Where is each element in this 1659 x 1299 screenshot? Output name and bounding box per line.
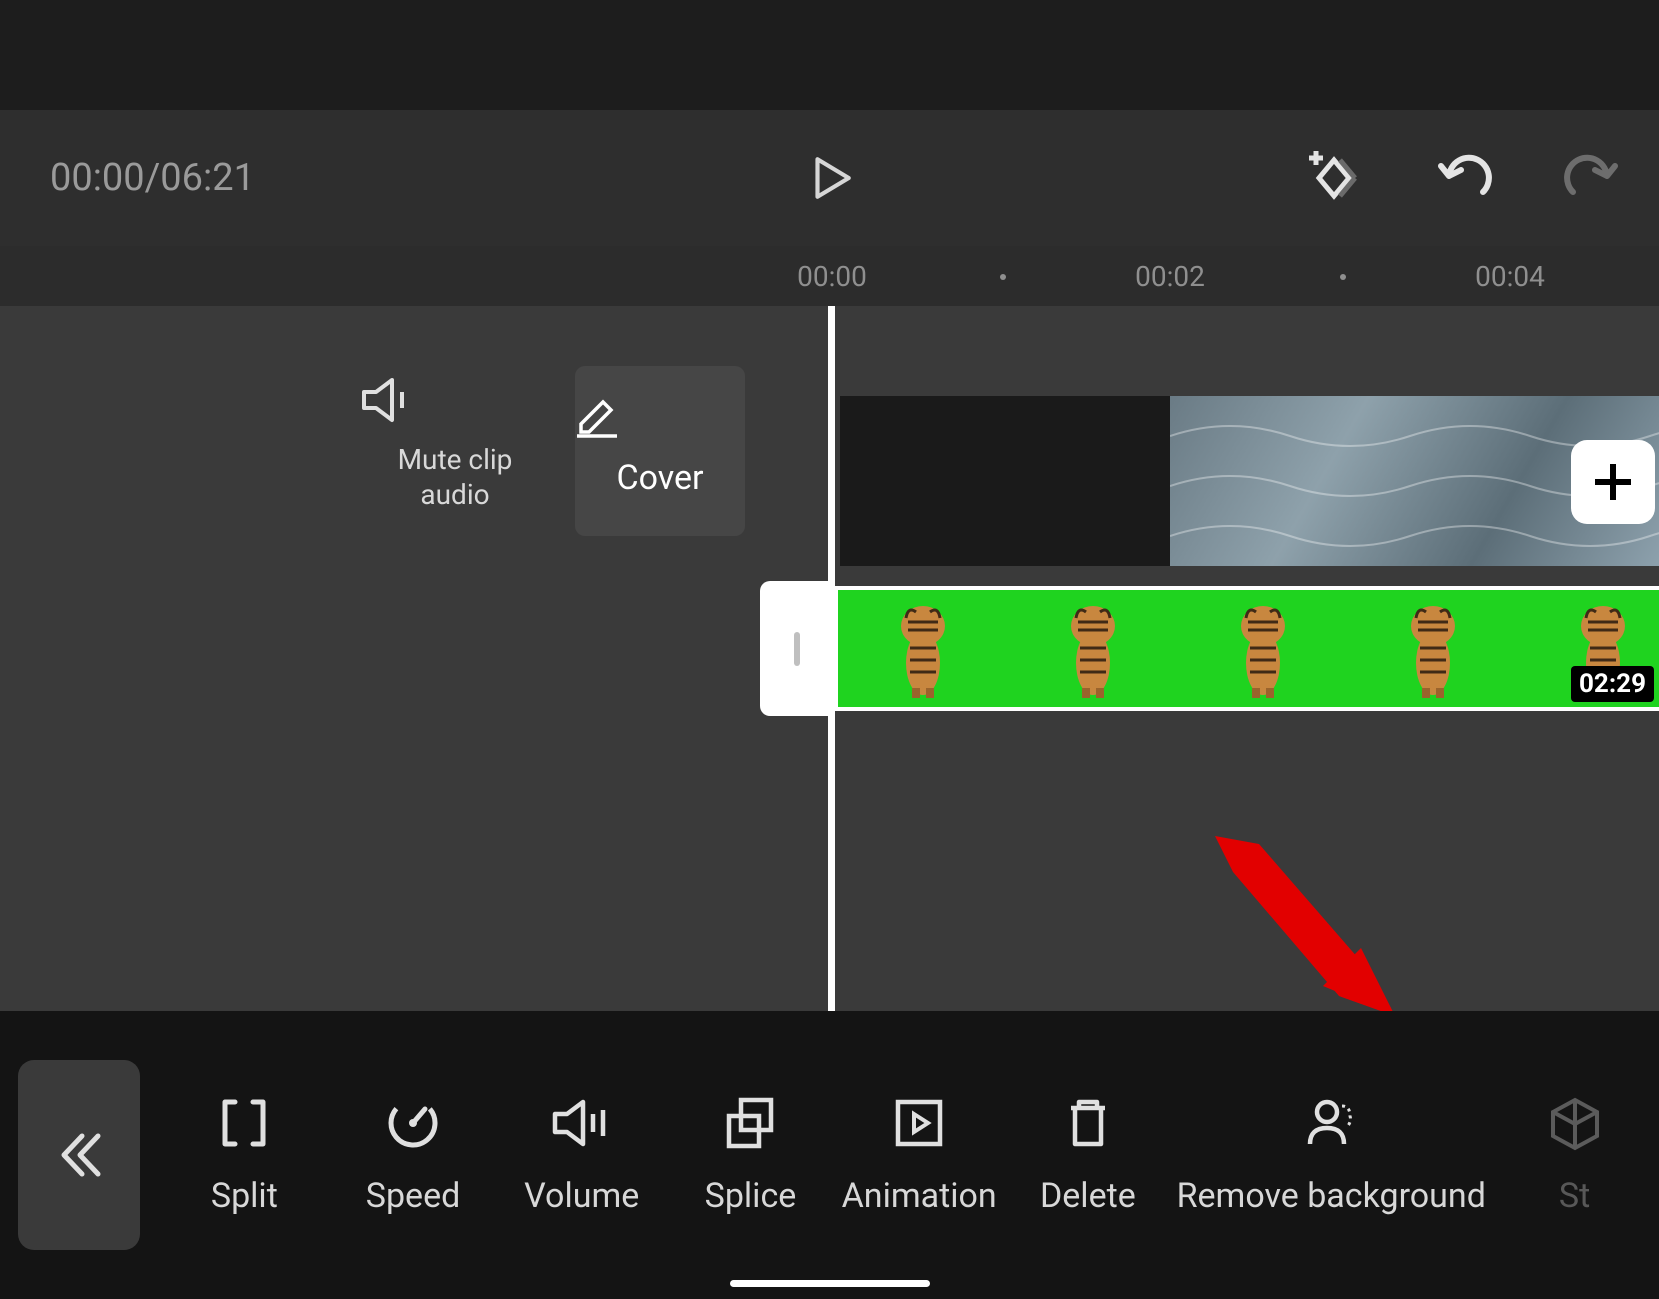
app-root: 00:00/06:21 00:00 00:02 — [0, 0, 1659, 1299]
pencil-icon — [575, 394, 745, 438]
clip-thumb-tiger — [878, 598, 968, 698]
style-button-partial[interactable]: St — [1495, 1094, 1655, 1216]
plus-icon — [1591, 460, 1635, 504]
ruler-mark: 00:04 — [1475, 260, 1545, 293]
ruler-dot — [1000, 274, 1006, 280]
animation-button[interactable]: Animation — [839, 1094, 999, 1216]
ruler-mark: 00:02 — [1135, 260, 1205, 293]
volume-button[interactable]: Volume — [502, 1094, 662, 1216]
bottom-toolbar: Split Speed Volume Splice Animation Dele… — [0, 1011, 1659, 1299]
undo-button[interactable] — [1437, 154, 1493, 202]
overlay-track[interactable]: 02:29 — [760, 581, 1659, 716]
cover-button[interactable]: Cover — [575, 366, 745, 536]
clip-handle-left[interactable] — [760, 581, 834, 716]
clip-thumb-tiger — [1388, 598, 1478, 698]
transport-bar: 00:00/06:21 — [0, 110, 1659, 246]
grip-icon — [794, 632, 800, 666]
back-button[interactable] — [18, 1060, 140, 1250]
splice-icon — [721, 1094, 779, 1152]
volume-icon — [549, 1094, 615, 1152]
split-icon — [215, 1094, 273, 1152]
overlay-clip-greenscreen[interactable]: 02:29 — [834, 586, 1659, 711]
preview-collapsed — [0, 0, 1659, 110]
main-video-track[interactable] — [840, 396, 1659, 566]
mute-clip-audio-button[interactable]: Mute clip audio — [360, 374, 550, 512]
speed-icon — [384, 1094, 442, 1152]
timecode: 00:00/06:21 — [50, 156, 255, 200]
ruler-dot — [1340, 274, 1346, 280]
animation-icon — [890, 1094, 948, 1152]
speaker-icon — [360, 374, 550, 426]
add-clip-button[interactable] — [1571, 440, 1655, 524]
clip-thumb-tiger — [1218, 598, 1308, 698]
home-indicator — [730, 1280, 930, 1287]
remove-background-button[interactable]: Remove background — [1177, 1094, 1486, 1217]
cube-icon — [1549, 1094, 1601, 1152]
redo-button[interactable] — [1563, 154, 1619, 202]
ruler-mark: 00:00 — [797, 260, 867, 293]
trash-icon — [1059, 1094, 1117, 1152]
delete-button[interactable]: Delete — [1008, 1094, 1168, 1216]
speed-button[interactable]: Speed — [333, 1094, 493, 1216]
timeline-area[interactable]: Mute clip audio Cover — [0, 306, 1659, 1011]
playhead[interactable] — [828, 306, 835, 1011]
play-button[interactable] — [805, 153, 855, 203]
keyframe-button[interactable] — [1297, 148, 1367, 208]
clip-thumb-tiger — [1048, 598, 1138, 698]
time-ruler[interactable]: 00:00 00:02 00:04 — [0, 246, 1659, 306]
split-button[interactable]: Split — [164, 1094, 324, 1216]
clip-duration-badge: 02:29 — [1571, 666, 1654, 702]
person-cutout-icon — [1302, 1094, 1360, 1152]
annotation-arrow — [1215, 836, 1395, 1016]
splice-button[interactable]: Splice — [670, 1094, 830, 1216]
chevron-left-double-icon — [54, 1130, 104, 1180]
